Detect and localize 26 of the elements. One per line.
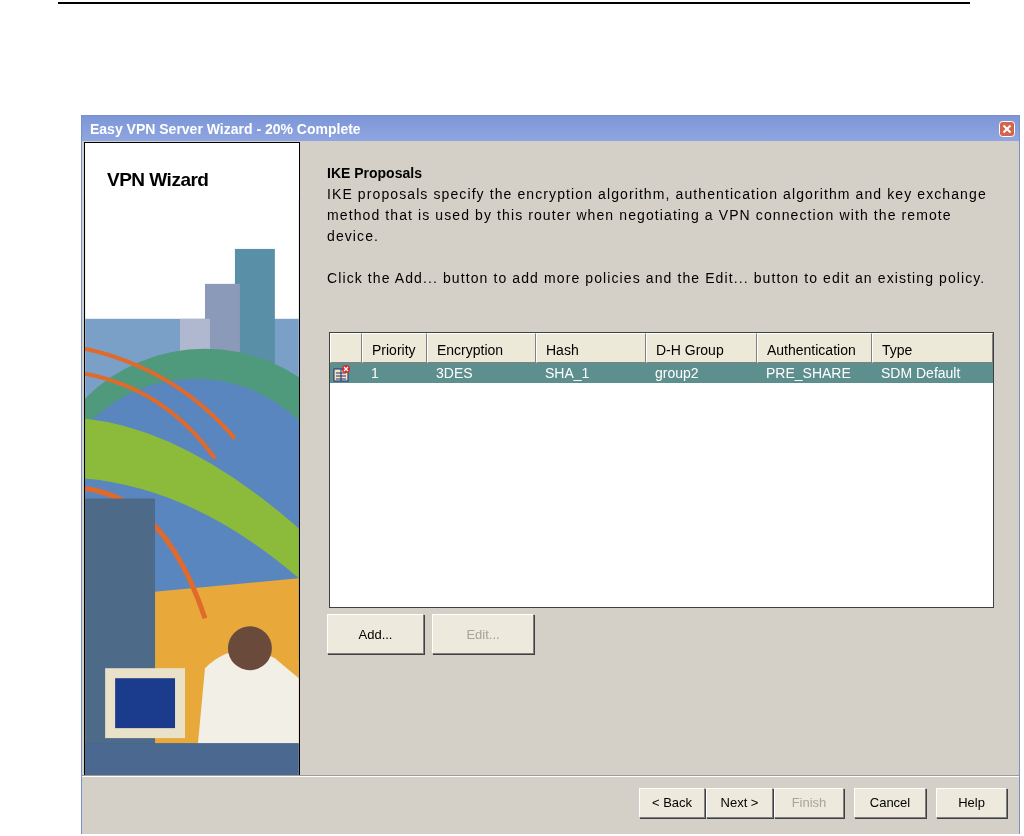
column-header[interactable]	[330, 333, 362, 363]
sidebar-title: VPN Wizard	[106, 168, 210, 192]
table-cell-text: PRE_SHARE	[765, 365, 852, 381]
table-cell-text: SHA_1	[544, 365, 591, 381]
table-cell-text: SDM Default	[880, 365, 962, 381]
back-button[interactable]: < Back	[639, 787, 705, 818]
column-header[interactable]: Priority	[362, 333, 427, 363]
column-header[interactable]: D-H Group	[646, 333, 757, 363]
table-row[interactable]: 1 3DES SHA_1 group2 PRE_SHARE SDM Default	[330, 363, 993, 383]
table-cell-text: 1	[370, 365, 380, 381]
column-header[interactable]: Type	[872, 333, 993, 363]
column-header[interactable]: Authentication	[757, 333, 872, 363]
table-cell-text: 3DES	[435, 365, 474, 381]
cancel-button[interactable]: Cancel	[854, 787, 926, 818]
help-button[interactable]: Help	[936, 787, 1007, 818]
column-header[interactable]: Encryption	[427, 333, 536, 363]
description-text: IKE proposals specify the encryption algorithm, authentication algorithm and key exchange method that is used by this router when negotiating a VPN connection with the remote device.	[327, 185, 988, 246]
close-icon[interactable]	[999, 120, 1015, 137]
section-heading: IKE Proposals	[327, 165, 423, 181]
instruction-text: Click the Add... button to add more policies and the Edit... button to edit an existing policy.	[327, 269, 987, 288]
policy-icon	[333, 364, 351, 382]
next-button[interactable]: Next >	[706, 787, 773, 818]
window-title: Easy VPN Server Wizard - 20% Complete	[90, 120, 361, 137]
column-header[interactable]: Hash	[536, 333, 646, 363]
table-cell-text: group2	[654, 365, 700, 381]
add-button[interactable]: Add...	[327, 614, 424, 654]
